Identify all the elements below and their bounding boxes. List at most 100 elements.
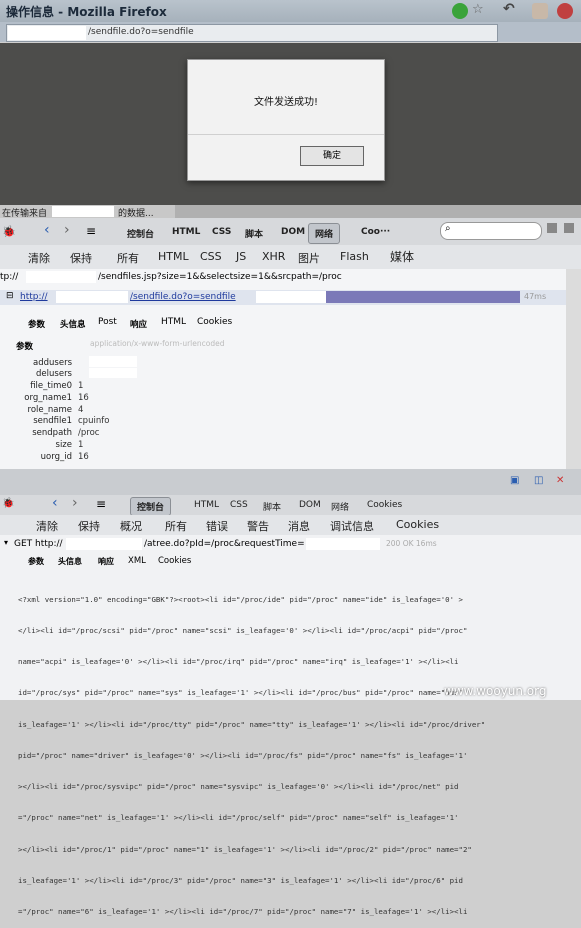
menu-icon[interactable]: ≡ <box>86 224 96 238</box>
forward-arrow-icon[interactable]: › <box>72 495 78 511</box>
param-key: org_name1 <box>24 393 72 403</box>
request-row[interactable]: ⊟ http:// /sendfile.do?o=sendfile 47ms <box>0 290 566 305</box>
close-panel-icon[interactable]: ✕ <box>556 475 564 486</box>
tab-console[interactable]: 控制台 <box>127 227 154 240</box>
filter-debug[interactable]: 调试信息 <box>330 518 374 534</box>
clear-button[interactable]: 清除 <box>36 518 58 534</box>
console-request-row[interactable]: ▾ GET http:// /atree.do?pId=/proc&reques… <box>0 537 581 551</box>
firebug-toolbar: 🐞 ‹ › ≡ 控制台 HTML CSS 脚本 DOM 网络 Coo··· ⌕ <box>0 218 581 246</box>
net-filter-bar: 清除 保持 所有 HTML CSS JS XHR 图片 Flash 媒体 <box>0 245 581 270</box>
download-icon[interactable] <box>532 3 548 19</box>
request-status: 200 OK 16ms <box>386 539 437 548</box>
history-back-icon[interactable]: ↶ <box>503 1 515 17</box>
filter-js[interactable]: JS <box>236 250 246 263</box>
filter-html[interactable]: HTML <box>158 250 189 263</box>
xml-line: ="/proc" name="net" is_leafage='1' ></li… <box>18 813 459 823</box>
tab-params[interactable]: 参数 <box>28 318 45 330</box>
xml-line: ></li><li id="/proc/sysvipc" pid="/proc"… <box>18 782 459 792</box>
tab-net[interactable]: 网络 <box>331 500 349 513</box>
persist-button[interactable]: 保持 <box>78 518 100 534</box>
minimize-icon[interactable] <box>547 223 557 233</box>
filter-warnings[interactable]: 警告 <box>247 518 269 534</box>
param-key: file_time0 <box>30 381 72 391</box>
param-key: sendfile1 <box>33 416 72 426</box>
expand-icon[interactable]: ⊟ <box>6 291 14 301</box>
back-arrow-icon[interactable]: ‹ <box>44 222 50 238</box>
forward-arrow-icon[interactable]: › <box>64 222 70 238</box>
bookmark-star-icon[interactable]: ☆ <box>472 2 484 17</box>
tab-dom[interactable]: DOM <box>299 500 321 510</box>
param-value: cpuinfo <box>78 416 110 426</box>
request-scheme[interactable]: http:// <box>20 292 48 302</box>
tab-params[interactable]: 参数 <box>28 556 44 567</box>
firebug-bug-icon[interactable]: 🐞 <box>2 498 14 509</box>
firebug-search-input[interactable]: ⌕ <box>440 222 542 240</box>
xml-line: <?xml version="1.0" encoding="GBK"?><roo… <box>18 594 463 604</box>
param-value: 16 <box>78 452 89 462</box>
tab-cookies[interactable]: Coo··· <box>361 227 390 237</box>
alert-dialog: 文件发送成功! 确定 <box>187 59 385 181</box>
tab-response[interactable]: 响应 <box>98 556 114 567</box>
tab-cookies[interactable]: Cookies <box>367 500 402 510</box>
clear-button[interactable]: 清除 <box>28 250 50 266</box>
tab-net[interactable]: 网络 <box>308 223 341 244</box>
xml-line: ="/proc" name="6" is_leafage='1' ></li><… <box>18 907 468 916</box>
tab-xml[interactable]: XML <box>128 556 146 566</box>
tab-html-detail[interactable]: HTML <box>161 317 186 327</box>
tab-post[interactable]: Post <box>98 317 117 327</box>
prev-request-row[interactable]: tp:// /sendfiles.jsp?size=1&&selectsize=… <box>0 271 566 285</box>
filter-flash[interactable]: Flash <box>340 250 369 263</box>
tab-html[interactable]: HTML <box>172 227 200 237</box>
xml-line: is_leafage='1' ></li><li id="/proc/tty" … <box>18 719 486 729</box>
panel-separator: ▣ ◫ ✕ <box>0 469 581 495</box>
filter-info[interactable]: 消息 <box>288 518 310 534</box>
xml-line: name="acpi" is_leafage='0' ></li><li id=… <box>18 657 459 667</box>
prev-request-path: /sendfiles.jsp?size=1&&selectsize=1&&src… <box>98 272 342 282</box>
tab-html[interactable]: HTML <box>194 500 219 510</box>
timeline-bar <box>326 291 520 303</box>
console-detail-tabs: 参数 头信息 响应 XML Cookies <box>0 554 581 568</box>
tab-headers[interactable]: 头信息 <box>58 556 82 567</box>
close-icon[interactable] <box>557 3 573 19</box>
tab-css[interactable]: CSS <box>230 500 248 510</box>
expand-icon[interactable]: ▾ <box>4 538 8 547</box>
filter-cookies[interactable]: Cookies <box>396 518 439 531</box>
back-arrow-icon[interactable]: ‹ <box>52 495 58 511</box>
filter-all[interactable]: 所有 <box>165 518 187 534</box>
persist-button[interactable]: 保持 <box>70 250 92 266</box>
tab-script[interactable]: 脚本 <box>263 500 281 513</box>
profile-button[interactable]: 概况 <box>120 518 142 534</box>
redacted-host <box>256 291 326 303</box>
detach-icon[interactable]: ▣ <box>510 475 519 486</box>
ok-button[interactable]: 确定 <box>300 146 364 166</box>
tab-headers[interactable]: 头信息 <box>60 318 86 330</box>
firebug-bug-icon[interactable]: 🐞 <box>2 225 16 238</box>
param-key: sendpath <box>32 428 72 438</box>
tab-cookies-detail[interactable]: Cookies <box>197 317 232 327</box>
filter-all[interactable]: 所有 <box>117 250 139 266</box>
redacted-host <box>26 271 96 283</box>
request-path: /atree.do?pId=/proc&requestTime= <box>144 539 305 549</box>
close-panel-icon[interactable] <box>564 223 574 233</box>
request-time: 47ms <box>524 292 547 301</box>
filter-errors[interactable]: 错误 <box>206 518 228 534</box>
xml-response-body: <?xml version="1.0" encoding="GBK"?><roo… <box>18 574 578 928</box>
url-field[interactable]: /sendfile.do?o=sendfile <box>6 24 498 42</box>
filter-media[interactable]: 媒体 <box>390 248 414 265</box>
status-bar-right <box>175 205 581 218</box>
go-icon[interactable] <box>452 3 468 19</box>
filter-xhr[interactable]: XHR <box>262 250 285 263</box>
redacted-host <box>8 26 86 40</box>
net-scrollbar[interactable] <box>566 269 581 469</box>
tab-css[interactable]: CSS <box>212 227 231 237</box>
tab-console[interactable]: 控制台 <box>130 497 172 516</box>
split-icon[interactable]: ◫ <box>534 475 543 486</box>
filter-css[interactable]: CSS <box>200 250 222 263</box>
tab-cookies-detail[interactable]: Cookies <box>158 556 191 566</box>
menu-icon[interactable]: ≡ <box>96 497 106 511</box>
tab-dom[interactable]: DOM <box>281 227 305 237</box>
tab-script[interactable]: 脚本 <box>245 227 263 240</box>
request-path[interactable]: /sendfile.do?o=sendfile <box>130 292 236 302</box>
tab-response[interactable]: 响应 <box>130 318 147 330</box>
filter-images[interactable]: 图片 <box>298 250 320 266</box>
